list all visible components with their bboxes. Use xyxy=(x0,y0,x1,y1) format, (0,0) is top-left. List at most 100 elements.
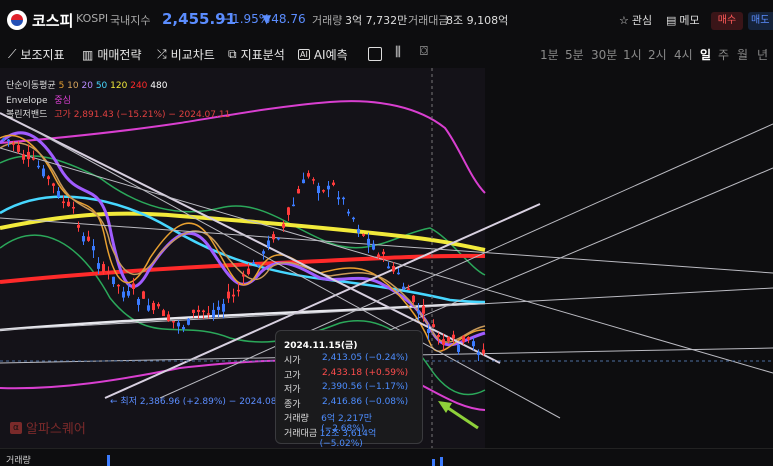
candle-body xyxy=(192,309,195,313)
arrow-left-icon: ← xyxy=(110,397,118,407)
bollinger-high-text: 고가 2,891.43 (−15.21%) − 2024.07.11 xyxy=(54,110,231,120)
candle-body xyxy=(122,291,125,298)
timeframe-button[interactable]: 1분 xyxy=(540,46,559,63)
indicators-button[interactable]: ⟋ 보조지표 xyxy=(8,46,65,63)
memo-icon: ▤ xyxy=(666,13,677,27)
candle-body xyxy=(467,337,470,340)
candle-body xyxy=(47,176,50,180)
candle-body xyxy=(387,266,390,269)
candle-body xyxy=(222,303,225,312)
candle-body xyxy=(457,344,460,352)
candle-body xyxy=(442,339,445,345)
timeframe-button[interactable]: 2시 xyxy=(648,46,667,63)
stock-name: 코스피 xyxy=(32,12,74,30)
candle-body xyxy=(272,234,275,240)
timeframe-button[interactable]: 년 xyxy=(757,46,768,63)
timeframe-button[interactable]: 5분 xyxy=(565,46,584,63)
tooltip-row-label: 거래대금 xyxy=(284,428,318,439)
alpha-logo-icon: α xyxy=(10,421,22,434)
buy-button[interactable]: 매수 xyxy=(711,12,743,30)
tooltip-row-value: 2,413.05 (−0.24%) xyxy=(322,353,409,363)
candle-body xyxy=(437,334,440,338)
tooltip-row-label: 시가 xyxy=(284,356,301,366)
ma-period-480: 480 xyxy=(150,81,168,91)
tooltip-row: 시가 2,413.05 (−0.24%) xyxy=(284,353,416,366)
timeframe-button[interactable]: 일 xyxy=(700,46,711,63)
analysis-button[interactable]: ⧉ 지표분석 xyxy=(228,46,285,63)
candle-body xyxy=(452,334,455,339)
timeframe-button[interactable]: 30분 xyxy=(591,46,617,63)
candle-body xyxy=(157,304,160,307)
candle-body xyxy=(352,217,355,220)
sell-button[interactable]: 매도 xyxy=(748,12,773,30)
volume-panel-label: 거래량 xyxy=(6,456,31,466)
memo-button[interactable]: ▤ 메모 xyxy=(666,12,700,28)
candle-body xyxy=(462,336,465,342)
bollinger-label: 볼린저밴드 xyxy=(6,110,48,120)
watermark-text: 알파스퀘어 xyxy=(26,422,86,437)
tooltip-row-value: 2,390.56 (−1.17%) xyxy=(322,382,409,392)
ai-forecast-button[interactable]: AI AI예측 xyxy=(298,46,348,63)
ohlc-tooltip: 2024.11.15(금) 시가 2,413.05 (−0.24%) 고가 2,433… xyxy=(275,330,423,449)
candle-body xyxy=(307,173,310,177)
candle-body xyxy=(7,139,10,142)
korea-flag-icon xyxy=(7,10,27,30)
candle-body xyxy=(212,309,215,318)
envelope-sub: 중심 xyxy=(54,96,71,106)
compare-icon: ⤮ xyxy=(157,47,167,61)
candle-body xyxy=(372,243,375,250)
camera-icon[interactable]: ⌼ xyxy=(420,44,428,59)
tooltip-row: 저가 2,390.56 (−1.17%) xyxy=(284,382,416,395)
candle-body xyxy=(277,237,280,240)
candle-body xyxy=(202,310,205,313)
square-tool-icon[interactable] xyxy=(368,47,382,61)
timeframe-button[interactable]: 주 xyxy=(718,46,729,63)
ma-period-5: 5 xyxy=(58,81,65,91)
timeframe-button[interactable]: 월 xyxy=(737,46,748,63)
candle-body xyxy=(162,310,165,317)
candle-body xyxy=(282,223,285,228)
candle-body xyxy=(322,190,325,192)
candle-body xyxy=(287,207,290,215)
candle-body xyxy=(187,318,190,325)
candle-body xyxy=(102,264,105,272)
candle-body xyxy=(327,185,330,190)
candle-body xyxy=(417,310,420,314)
ma-legend: 단순이동평균 5 10 20 50 120 240 480 xyxy=(6,78,167,91)
candle-body xyxy=(32,158,35,160)
candle-body xyxy=(312,179,315,181)
candle-body xyxy=(17,145,20,152)
timeframe-button[interactable]: 4시 xyxy=(674,46,693,63)
candle-body xyxy=(82,236,85,242)
strategy-button[interactable]: ▥ 매매전략 xyxy=(82,46,142,63)
candle-body xyxy=(152,302,155,311)
ai-icon: AI xyxy=(298,49,310,60)
candle-body xyxy=(257,264,260,267)
candle-body xyxy=(127,291,130,296)
candle-body xyxy=(332,182,335,185)
candle-body xyxy=(237,289,240,292)
compare-button[interactable]: ⤮ 비교차트 xyxy=(157,46,215,63)
candle-body xyxy=(12,143,15,145)
candle-body xyxy=(217,306,220,311)
candlestick-icon[interactable]: ⫼ xyxy=(395,45,401,60)
star-icon: ☆ xyxy=(619,13,629,27)
timeframe-button[interactable]: 1시 xyxy=(623,46,642,63)
candle-body xyxy=(357,228,360,233)
tooltip-row-value: 2,433.18 (+0.59%) xyxy=(322,367,409,378)
watermark: α 알파스퀘어 xyxy=(10,418,86,437)
sell-label: 매도 xyxy=(751,15,770,26)
envelope-legend: Envelope 중심 xyxy=(6,93,71,106)
amount-label: 거래대금 xyxy=(408,14,449,27)
candle-body xyxy=(347,211,350,214)
candle-body xyxy=(112,276,115,285)
candle-body xyxy=(382,251,385,255)
candle-body xyxy=(397,272,400,275)
candle-body xyxy=(377,254,380,257)
stock-code: KOSPI xyxy=(76,12,109,25)
watchlist-button[interactable]: ☆ 관심 xyxy=(619,12,652,28)
candle-body xyxy=(117,284,120,287)
chart-future-area xyxy=(485,68,773,448)
candle-body xyxy=(132,283,135,289)
ma-period-20: 20 xyxy=(81,81,93,91)
